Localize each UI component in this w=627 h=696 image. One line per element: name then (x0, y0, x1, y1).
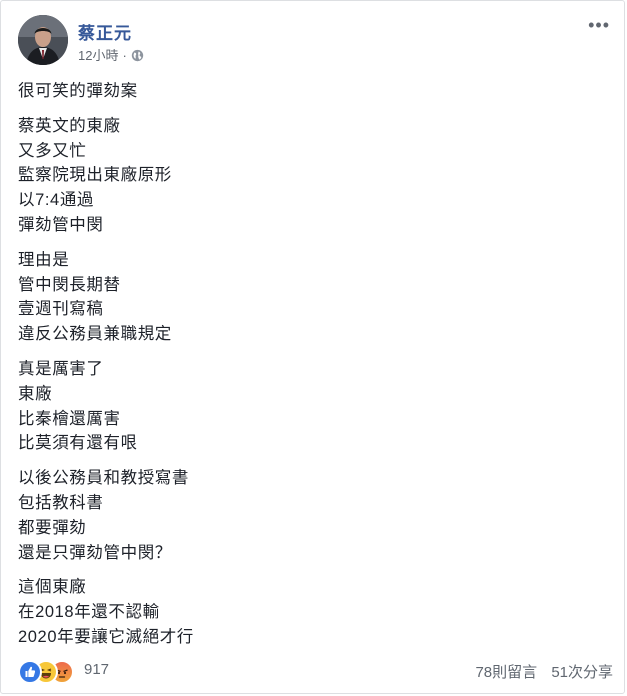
post-text-line: 又多又忙 (18, 141, 87, 160)
post-text-line: 真是厲害了 (18, 359, 104, 378)
post-timestamp[interactable]: 12小時 (78, 48, 118, 63)
post-text-line: 還是只彈劾管中閔？ (18, 543, 172, 562)
post-text-line: 理由是 (18, 250, 70, 269)
post-text-line: 以後公務員和教授寫書 (18, 469, 189, 488)
post-header: 蔡正元 12小時 · ••• (18, 15, 610, 67)
post-text-line: 比莫須有還有哏 (18, 434, 138, 453)
post-text-line: 包括教科書 (18, 493, 104, 512)
comment-count[interactable]: 78則留言 (475, 664, 537, 681)
globe-icon[interactable] (131, 49, 144, 65)
post-text-line: 2020年要讓它滅絕才行 (18, 627, 194, 646)
post-text-line: 壹週刊寫稿 (18, 300, 104, 319)
post-paragraph: 很可笑的彈劾案 (18, 79, 608, 104)
more-options-icon[interactable]: ••• (588, 15, 610, 36)
reaction-count[interactable]: 917 (84, 661, 109, 678)
author-name[interactable]: 蔡正元 (78, 19, 132, 44)
post-text-line: 在2018年還不認輸 (18, 603, 160, 622)
post-paragraph: 理由是管中閔長期替 壹週刊寫稿違反公務員兼職規定 (18, 248, 608, 347)
post-text-line: 違反公務員兼職規定 (18, 325, 172, 344)
post-text-line: 都要彈劾 (18, 518, 87, 537)
post-meta: 12小時 · (78, 45, 144, 65)
post-text-line: 蔡英文的東廠 (18, 116, 121, 135)
post-text-line: 監察院現出東廠原形 (18, 166, 172, 185)
post-body: 很可笑的彈劾案 蔡英文的東廠 又多又忙監察院現出東廠原形 以7:4通過 彈劾管中閔理由是… (18, 79, 608, 660)
like-icon[interactable] (18, 660, 42, 684)
post-footer: 917 78則留言 51次分享 (18, 658, 613, 684)
share-count[interactable]: 51次分享 (551, 664, 613, 681)
post-text-line: 彈劾管中閔 (18, 215, 104, 234)
engagement-counts: 78則留言 51次分享 (465, 661, 613, 682)
post-text-line: 以7:4通過 (18, 191, 95, 210)
post-text-line: 比秦檜還厲害 (18, 409, 121, 428)
post-text-line: 這個東廠 (18, 578, 87, 597)
post-text-line: 管中閔長期替 (18, 275, 121, 294)
post-card: 蔡正元 12小時 · ••• 很可笑的彈劾案 蔡英文的東廠 又多又忙監察院現出東廠原形… (0, 0, 625, 694)
avatar[interactable] (18, 15, 68, 65)
post-text-line: 很可笑的彈劾案 (18, 82, 138, 100)
meta-separator: · (122, 48, 127, 63)
post-paragraph: 真是厲害了東廠比秦檜還厲害 比莫須有還有哏 (18, 357, 608, 456)
post-paragraph: 以後公務員和教授寫書 包括教科書都要彈劾還是只彈劾管中閔？ (18, 466, 608, 565)
post-paragraph: 這個東廠在2018年還不認輸 2020年要讓它滅絕才行 (18, 575, 608, 649)
post-paragraph: 蔡英文的東廠 又多又忙監察院現出東廠原形 以7:4通過 彈劾管中閔 (18, 114, 608, 238)
post-text-line: 東廠 (18, 384, 53, 403)
